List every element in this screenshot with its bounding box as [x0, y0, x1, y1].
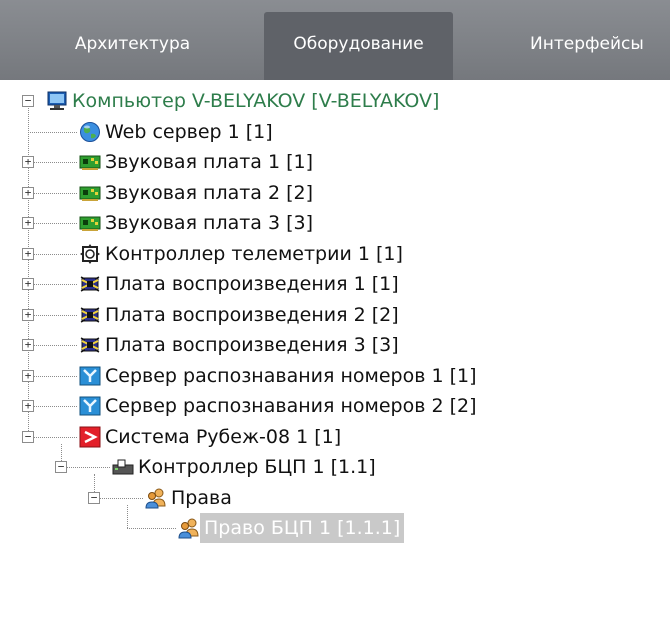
tree-node-label: Плата воспроизведения 3 [3]: [105, 334, 399, 356]
tree-connector-line: [28, 436, 77, 438]
tree-node-label: Звуковая плата 3 [3]: [105, 212, 314, 234]
expand-toggle[interactable]: +: [22, 308, 34, 321]
tree-connector-line: [61, 467, 110, 468]
tree-node-label: Контроллер телеметрии 1 [1]: [105, 242, 403, 265]
tree-connector-line: [28, 284, 77, 285]
playback-board-icon: [79, 273, 101, 295]
expand-toggle[interactable]: +: [22, 369, 34, 382]
expand-toggle[interactable]: +: [22, 400, 34, 412]
tree-connector-line: [127, 528, 176, 529]
tree-node-label: Звуковая плата 2 [2]: [105, 181, 314, 204]
rubezh-system-icon: [79, 426, 101, 448]
tree-connector-line: [28, 345, 77, 346]
sound-card-icon: [79, 182, 101, 204]
tree-node-row[interactable]: + Плата воспроизведения 2 [2]: [0, 300, 670, 330]
tree-node-label: Web сервер 1 [1]: [105, 120, 273, 143]
user-right-icon: [178, 517, 200, 539]
tree-node-label: Контроллер БЦП 1 [1.1]: [138, 456, 376, 478]
tree-node-row[interactable]: + Сервер распознавания номеров 1 [1]: [0, 361, 670, 391]
tree-node-row[interactable]: + Звуковая плата 3 [3]: [0, 208, 670, 238]
tree-connector-line: [28, 406, 77, 407]
tab-interfaces[interactable]: Интерфейсы: [498, 12, 670, 80]
tree-node-row[interactable]: Право БЦП 1 [1.1.1]: [0, 513, 670, 543]
tree-node-label: Плата воспроизведения 2 [2]: [105, 303, 399, 326]
collapse-toggle[interactable]: −: [22, 430, 34, 443]
tree-connector-line: [28, 192, 77, 194]
tree-node-row[interactable]: + Звуковая плата 2 [2]: [0, 178, 670, 208]
tree-node-label: Сервер распознавания номеров 2 [2]: [105, 395, 477, 417]
tree-node-label: Сервер распознавания номеров 1 [1]: [105, 364, 477, 387]
tab-architecture[interactable]: Архитектура: [40, 12, 225, 80]
tree-connector-line: [28, 223, 77, 224]
tab-equipment[interactable]: Оборудование: [264, 12, 453, 80]
computer-icon: [46, 90, 68, 112]
expand-toggle[interactable]: +: [22, 339, 34, 351]
tree-connector-line: [28, 314, 77, 316]
collapse-toggle[interactable]: −: [22, 95, 34, 107]
users-icon: [145, 487, 167, 509]
tab-bar: Архитектура Оборудование Интерфейсы: [0, 0, 670, 80]
expand-toggle[interactable]: +: [22, 247, 34, 260]
tree-node-row[interactable]: + Звуковая плата 1 [1]: [0, 147, 670, 177]
expand-toggle[interactable]: +: [22, 156, 34, 168]
expand-toggle[interactable]: +: [22, 186, 34, 199]
tree-node-row[interactable]: + Контроллер телеметрии 1 [1]: [0, 239, 670, 269]
tree-node-label: Система Рубеж-08 1 [1]: [105, 425, 342, 448]
tree-node-row[interactable]: − Права: [0, 483, 670, 513]
tree-connector-line: [28, 162, 77, 163]
bcp-controller-icon: [112, 456, 134, 478]
tree-node-label: Звуковая плата 1 [1]: [105, 151, 314, 173]
tree-node-row[interactable]: − Компьютер V-BELYAKOV [V-BELYAKOV]: [0, 86, 670, 116]
collapse-toggle[interactable]: −: [88, 491, 100, 504]
playback-board-icon: [79, 304, 101, 326]
telemetry-controller-icon: [79, 243, 101, 265]
tree-connector-line: [28, 253, 77, 255]
collapse-toggle[interactable]: −: [55, 461, 67, 473]
tree-node-label: Права: [171, 486, 232, 509]
expand-toggle[interactable]: +: [22, 217, 34, 229]
tree-node-row[interactable]: + Плата воспроизведения 1 [1]: [0, 269, 670, 299]
tree-node-row[interactable]: − Контроллер БЦП 1 [1.1]: [0, 452, 670, 482]
equipment-tree: − Компьютер V-BELYAKOV [V-BELYAKOV] Web се…: [0, 80, 670, 621]
plate-recognition-server-icon: [79, 395, 101, 417]
playback-board-icon: [79, 334, 101, 356]
tree-node-row[interactable]: + Сервер распознавания номеров 2 [2]: [0, 391, 670, 421]
globe-icon: [79, 121, 101, 143]
tree-node-row[interactable]: Web сервер 1 [1]: [0, 117, 670, 147]
tree-connector-line: [28, 131, 77, 133]
tree-node-label-selected: Право БЦП 1 [1.1.1]: [200, 513, 405, 543]
sound-card-icon: [79, 212, 101, 234]
expand-toggle[interactable]: +: [22, 278, 34, 290]
tree-node-label: Компьютер V-BELYAKOV [V-BELYAKOV]: [72, 90, 440, 112]
tree-node-row[interactable]: + Плата воспроизведения 3 [3]: [0, 330, 670, 360]
tree-connector-line: [28, 375, 77, 377]
tree-connector-line: [94, 497, 143, 499]
plate-recognition-server-icon: [79, 365, 101, 387]
sound-card-icon: [79, 151, 101, 173]
tree-node-label: Плата воспроизведения 1 [1]: [105, 273, 399, 295]
tree-node-row[interactable]: − Система Рубеж-08 1 [1]: [0, 422, 670, 452]
